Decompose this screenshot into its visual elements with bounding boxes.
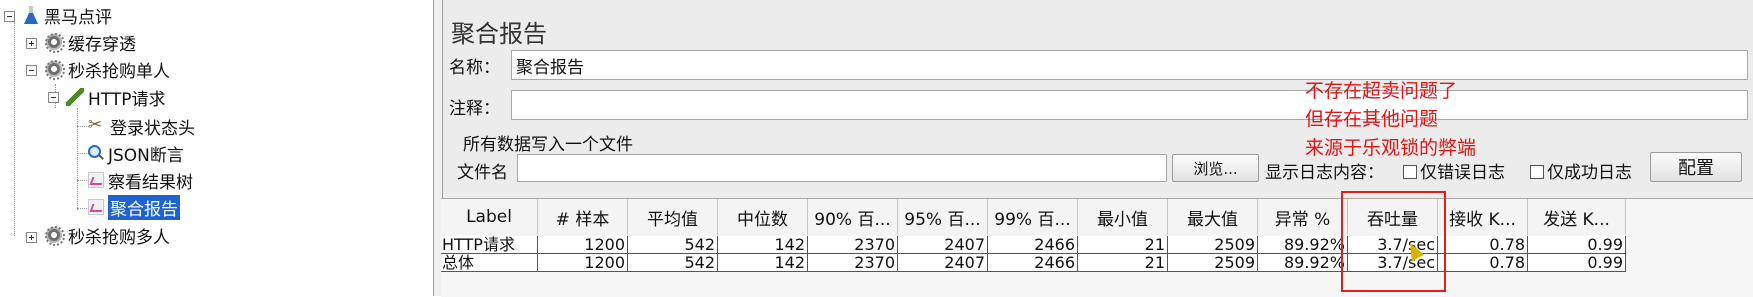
filename-input[interactable] [517,154,1167,182]
errors-only-checkbox[interactable]: 仅错误日志 [1403,158,1505,183]
annotation-line-3: 来源于乐观锁的弊端 [1305,137,1477,159]
column-header[interactable]: 中位数 [718,199,808,235]
results-table[interactable]: Label # 样本 平均值 中位数 90% 百... 95% 百... 99% 百... 最… [441,198,1753,297]
success-only-checkbox[interactable]: 仅成功日志 [1530,158,1632,183]
file-group-title: 所有数据写入一个文件 [463,135,633,155]
tree-item-label-selected: 聚合报告 [108,194,180,220]
table-cell[interactable]: 542 [628,236,718,254]
column-header[interactable]: 95% 百... [898,199,988,235]
table-cell[interactable]: 1200 [538,236,628,254]
collapse-icon[interactable] [26,65,37,76]
log-content-label: 显示日志内容： [1265,163,1384,183]
comment-label: 注释： [449,99,500,119]
table-cell[interactable]: 2370 [808,254,898,272]
collapse-icon[interactable] [4,11,15,22]
table-cell[interactable]: 89.92% [1258,236,1348,254]
tree-line [14,22,15,236]
tree-item-label: 缓存穿透 [68,34,136,55]
tools-icon: ✂ [88,115,103,135]
column-header[interactable]: 平均值 [628,199,718,235]
column-header[interactable]: Label [441,199,538,235]
tree-item-json-assert[interactable]: JSON断言 [88,140,184,166]
gear-icon [44,225,65,246]
column-header[interactable]: 发送 K... [1528,199,1626,235]
table-cell[interactable]: 21 [1078,254,1168,272]
expand-icon[interactable] [26,232,37,243]
column-header[interactable]: 吞吐量 [1348,199,1438,235]
table-cell[interactable]: 2370 [808,236,898,254]
table-cell[interactable]: 2466 [988,254,1078,272]
table-cell[interactable]: 2509 [1168,236,1258,254]
collapse-icon[interactable] [48,92,59,103]
graph-icon [88,172,104,188]
column-header[interactable]: 最小值 [1078,199,1168,235]
comment-field[interactable] [511,90,1748,120]
test-plan-tree[interactable]: 黑马点评 缓存穿透 秒杀抢购单人 HTTP请求 ✂ 登录状态头 JSON断言 察… [0,0,433,296]
page-title: 聚合报告 [451,20,547,48]
filename-label: 文件名 [457,163,508,183]
annotation-line-2: 但存在其他问题 [1305,108,1439,130]
flask-icon [24,6,38,24]
tree-line [77,108,78,210]
column-header[interactable]: # 样本 [538,199,628,235]
tree-item-http-request[interactable]: HTTP请求 [66,84,166,110]
tree-item-seckill-single[interactable]: 秒杀抢购单人 [44,56,170,82]
tree-item-seckill-multi[interactable]: 秒杀抢购多人 [44,222,170,248]
table-cell[interactable]: 2407 [898,236,988,254]
tree-item-label: 秒杀抢购多人 [68,227,170,248]
checkbox-label: 仅错误日志 [1420,163,1505,183]
tree-item-cache[interactable]: 缓存穿透 [44,29,136,55]
column-header[interactable]: 99% 百... [988,199,1078,235]
checkbox-box[interactable] [1403,165,1417,179]
table-cell[interactable]: 3.7/sec [1348,254,1438,272]
expand-icon[interactable] [26,38,37,49]
tree-item-label: 察看结果树 [108,172,193,193]
checkbox-label: 仅成功日志 [1547,163,1632,183]
table-cell[interactable]: 89.92% [1258,254,1348,272]
table-cell[interactable]: 142 [718,254,808,272]
tree-item-label: 秒杀抢购单人 [68,61,170,82]
tree-item-label: 登录状态头 [110,118,195,139]
tree-item-root[interactable]: 黑马点评 [24,2,112,28]
checkbox-box[interactable] [1530,165,1544,179]
name-field-value: 聚合报告 [516,57,584,78]
table-cell[interactable]: 2509 [1168,254,1258,272]
table-row-label[interactable]: 总体 [441,254,538,272]
table-cell[interactable]: 0.99 [1528,254,1626,272]
magnifier-icon [88,145,104,161]
table-cell[interactable]: 2407 [898,254,988,272]
tree-item-label: 黑马点评 [44,7,112,28]
table-cell[interactable]: 21 [1078,236,1168,254]
table-cell[interactable]: 0.78 [1438,254,1528,272]
table-cell[interactable]: 3.7/sec [1348,236,1438,254]
tree-item-label: HTTP请求 [88,89,166,110]
table-cell[interactable]: 2466 [988,236,1078,254]
tree-item-label: JSON断言 [108,145,184,166]
gear-icon [44,32,65,53]
config-button[interactable]: 配置 [1650,152,1742,182]
tree-item-aggregate[interactable]: 聚合报告 [88,194,180,220]
name-label: 名称： [449,58,500,78]
tree-item-login-header[interactable]: ✂ 登录状态头 [88,113,195,139]
column-header[interactable]: 最大值 [1168,199,1258,235]
tree-item-view-results[interactable]: 察看结果树 [88,167,193,193]
column-header[interactable]: 接收 K... [1438,199,1528,235]
table-cell[interactable]: 0.78 [1438,236,1528,254]
gear-icon [44,59,65,80]
browse-button[interactable]: 浏览... [1172,154,1259,182]
graph-icon [88,199,104,215]
name-field[interactable]: 聚合报告 [511,50,1748,80]
column-header[interactable]: 90% 百... [808,199,898,235]
column-header[interactable]: 异常 % [1258,199,1348,235]
table-cell[interactable]: 0.99 [1528,236,1626,254]
table-cell[interactable]: 542 [628,254,718,272]
table-cell[interactable]: 142 [718,236,808,254]
dropper-icon [66,88,84,106]
table-cell[interactable]: 1200 [538,254,628,272]
table-row-label[interactable]: HTTP请求 [441,236,538,254]
annotation-line-1: 不存在超卖问题了 [1305,80,1458,102]
